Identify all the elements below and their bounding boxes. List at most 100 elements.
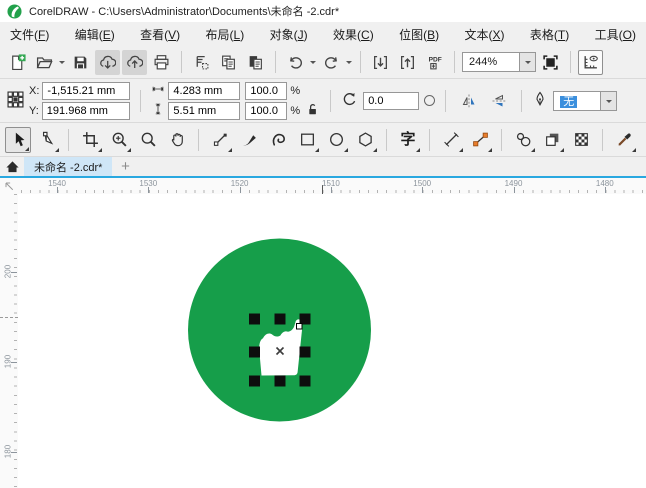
- selection-handle[interactable]: [274, 313, 286, 325]
- selection-handle[interactable]: [249, 346, 260, 358]
- curve-node-marker[interactable]: [296, 323, 303, 330]
- selection-handle[interactable]: [249, 375, 260, 387]
- horizontal-ruler[interactable]: 1540 1530 1520 1510 1500 1490 1480: [18, 178, 646, 194]
- object-width-icon: [151, 83, 165, 98]
- document-tab-label: 未命名 -2.cdr*: [34, 161, 103, 174]
- undo-button-dropdown[interactable]: [310, 61, 316, 67]
- rectangle-tool[interactable]: [294, 127, 320, 153]
- object-height-field[interactable]: [168, 101, 241, 120]
- bspline-tool[interactable]: [265, 127, 291, 153]
- redo-button-dropdown[interactable]: [346, 61, 352, 67]
- undo-button[interactable]: [283, 50, 308, 75]
- print-button[interactable]: [149, 50, 174, 75]
- menu-item-text[interactable]: 文本(X): [464, 26, 504, 43]
- document-tab[interactable]: 未命名 -2.cdr*: [24, 157, 113, 176]
- pdf-button[interactable]: PDF: [422, 50, 447, 75]
- ellipse-tool[interactable]: [323, 127, 349, 153]
- ruler-tick: [57, 187, 58, 193]
- shape-icon: [42, 131, 53, 145]
- zoom-level-dropdown-button[interactable]: [519, 53, 535, 71]
- brush-icon: [242, 135, 256, 146]
- green-circle-object[interactable]: [188, 238, 371, 422]
- eyedropper-tool[interactable]: [611, 127, 637, 153]
- zoom-level-combobox[interactable]: 244%: [462, 52, 536, 72]
- x-position-field[interactable]: [42, 81, 131, 100]
- selection-handle[interactable]: [274, 375, 286, 387]
- selection-handle[interactable]: [249, 313, 260, 325]
- pick-tool[interactable]: [5, 126, 31, 153]
- open-button-dropdown[interactable]: [59, 61, 65, 67]
- zoom-tool[interactable]: [106, 127, 132, 153]
- artistic-media-tool[interactable]: [236, 127, 262, 153]
- interactive-fill-tool[interactable]: [640, 127, 646, 153]
- menu-item-layout[interactable]: 布局(L): [206, 26, 245, 43]
- text-tool[interactable]: 字: [395, 127, 421, 153]
- separator: [570, 51, 571, 73]
- open-button[interactable]: [32, 50, 57, 75]
- lock-ratio-button[interactable]: [305, 102, 320, 122]
- ruler-tick: [11, 362, 17, 363]
- menu-item-table[interactable]: 表格(T): [530, 26, 569, 43]
- dimension-tool[interactable]: [438, 127, 464, 153]
- object-width-field[interactable]: [168, 81, 241, 100]
- menu-item-bitmaps[interactable]: 位图(B): [399, 26, 439, 43]
- export-button[interactable]: [395, 50, 420, 75]
- ruler-tick: [148, 187, 150, 193]
- blend-tool[interactable]: [510, 127, 536, 153]
- freehand-tool[interactable]: [207, 127, 233, 153]
- scale-horizontal-field[interactable]: [245, 81, 288, 100]
- mirror-vertical-button[interactable]: [486, 88, 511, 113]
- print-icon: [154, 54, 169, 69]
- selection-handle[interactable]: [299, 346, 311, 358]
- new-tab-button[interactable]: +: [112, 157, 138, 176]
- magnify-tool[interactable]: [135, 127, 161, 153]
- object-position-icon: [7, 90, 24, 111]
- redo-button[interactable]: [319, 50, 344, 75]
- cut-button[interactable]: [189, 50, 214, 75]
- menu-item-tools[interactable]: 工具(O): [595, 26, 636, 43]
- selection-handle[interactable]: [299, 313, 311, 325]
- cloud-download-button[interactable]: [95, 49, 120, 75]
- menu-item-edit[interactable]: 编辑(E): [75, 26, 115, 43]
- outline-width-combobox[interactable]: 无: [553, 90, 618, 111]
- outline-width-dropdown-button[interactable]: [600, 91, 617, 110]
- cloud-upload-button[interactable]: [122, 49, 147, 75]
- ruler-tick: [330, 187, 332, 193]
- menu-item-file[interactable]: 文件(F): [10, 26, 49, 43]
- zoom-icon: [112, 132, 127, 147]
- separator: [330, 89, 332, 112]
- scale-vertical-field[interactable]: [245, 101, 288, 120]
- copy-button[interactable]: [216, 50, 241, 75]
- import-button[interactable]: [368, 50, 393, 75]
- pan-tool[interactable]: [164, 127, 190, 153]
- transparency-tool[interactable]: [568, 127, 594, 153]
- blend-icon: [516, 132, 530, 147]
- selection-handle[interactable]: [299, 375, 311, 387]
- y-position-field[interactable]: [41, 101, 130, 120]
- vertical-ruler[interactable]: 200 190 180: [0, 194, 18, 488]
- paste-button[interactable]: [243, 50, 268, 75]
- shape-tool[interactable]: [34, 127, 60, 153]
- rotation-angle-field[interactable]: [363, 91, 420, 110]
- crop-tool[interactable]: [77, 127, 103, 153]
- property-bar: X: Y: % %: [0, 79, 646, 123]
- new-document-button[interactable]: [5, 50, 30, 75]
- rotation-dial-icon[interactable]: [424, 95, 436, 106]
- home-icon[interactable]: [0, 157, 24, 176]
- rotation-icon: [341, 91, 358, 111]
- drop-shadow-tool[interactable]: [539, 127, 565, 153]
- menu-item-view[interactable]: 查看(V): [140, 26, 180, 43]
- connector-tool[interactable]: [467, 127, 493, 153]
- coreldraw-window: CorelDRAW - C:\Users\Administrator\Docum…: [0, 0, 646, 488]
- ruler-tick: [513, 187, 515, 193]
- menu-item-object[interactable]: 对象(J): [270, 26, 308, 43]
- ruler-origin-corner[interactable]: [0, 178, 18, 194]
- save-button[interactable]: [68, 50, 93, 75]
- ruler-toggle-button[interactable]: [578, 49, 603, 75]
- menu-item-effects[interactable]: 效果(C): [333, 26, 374, 43]
- polygon-tool[interactable]: [352, 127, 378, 153]
- fullscreen-preview-button[interactable]: [538, 50, 563, 75]
- import-icon: [374, 55, 387, 69]
- mirror-horizontal-button[interactable]: [456, 88, 481, 113]
- drawing-canvas[interactable]: [18, 194, 646, 488]
